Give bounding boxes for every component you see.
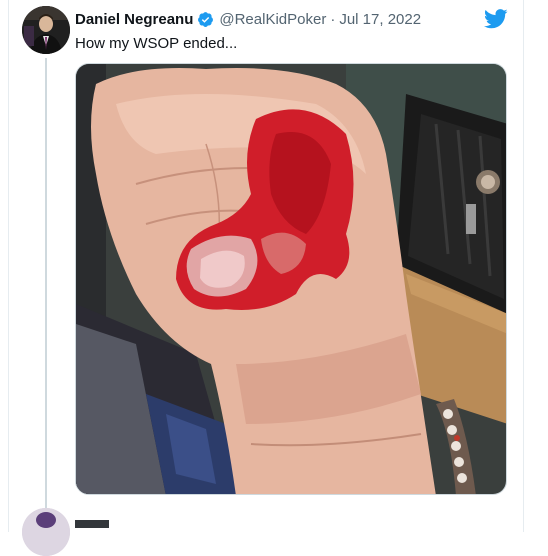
thread-connector-line <box>45 58 47 514</box>
author-name[interactable]: Daniel Negreanu <box>75 11 193 28</box>
next-tweet-avatar[interactable] <box>22 508 70 556</box>
tweet-text: How my WSOP ended... <box>75 35 238 52</box>
author-avatar[interactable] <box>22 6 70 54</box>
tweet-header: Daniel Negreanu @RealKidPoker · Jul 17, … <box>75 9 421 29</box>
verified-badge-icon <box>197 11 214 28</box>
next-tweet-author-name[interactable] <box>75 514 115 528</box>
tweet-photo[interactable] <box>75 63 507 495</box>
separator-dot: · <box>330 10 336 28</box>
tweet-date[interactable]: Jul 17, 2022 <box>339 11 421 28</box>
twitter-bird-icon[interactable] <box>483 8 508 30</box>
author-handle[interactable]: @RealKidPoker <box>219 11 326 28</box>
